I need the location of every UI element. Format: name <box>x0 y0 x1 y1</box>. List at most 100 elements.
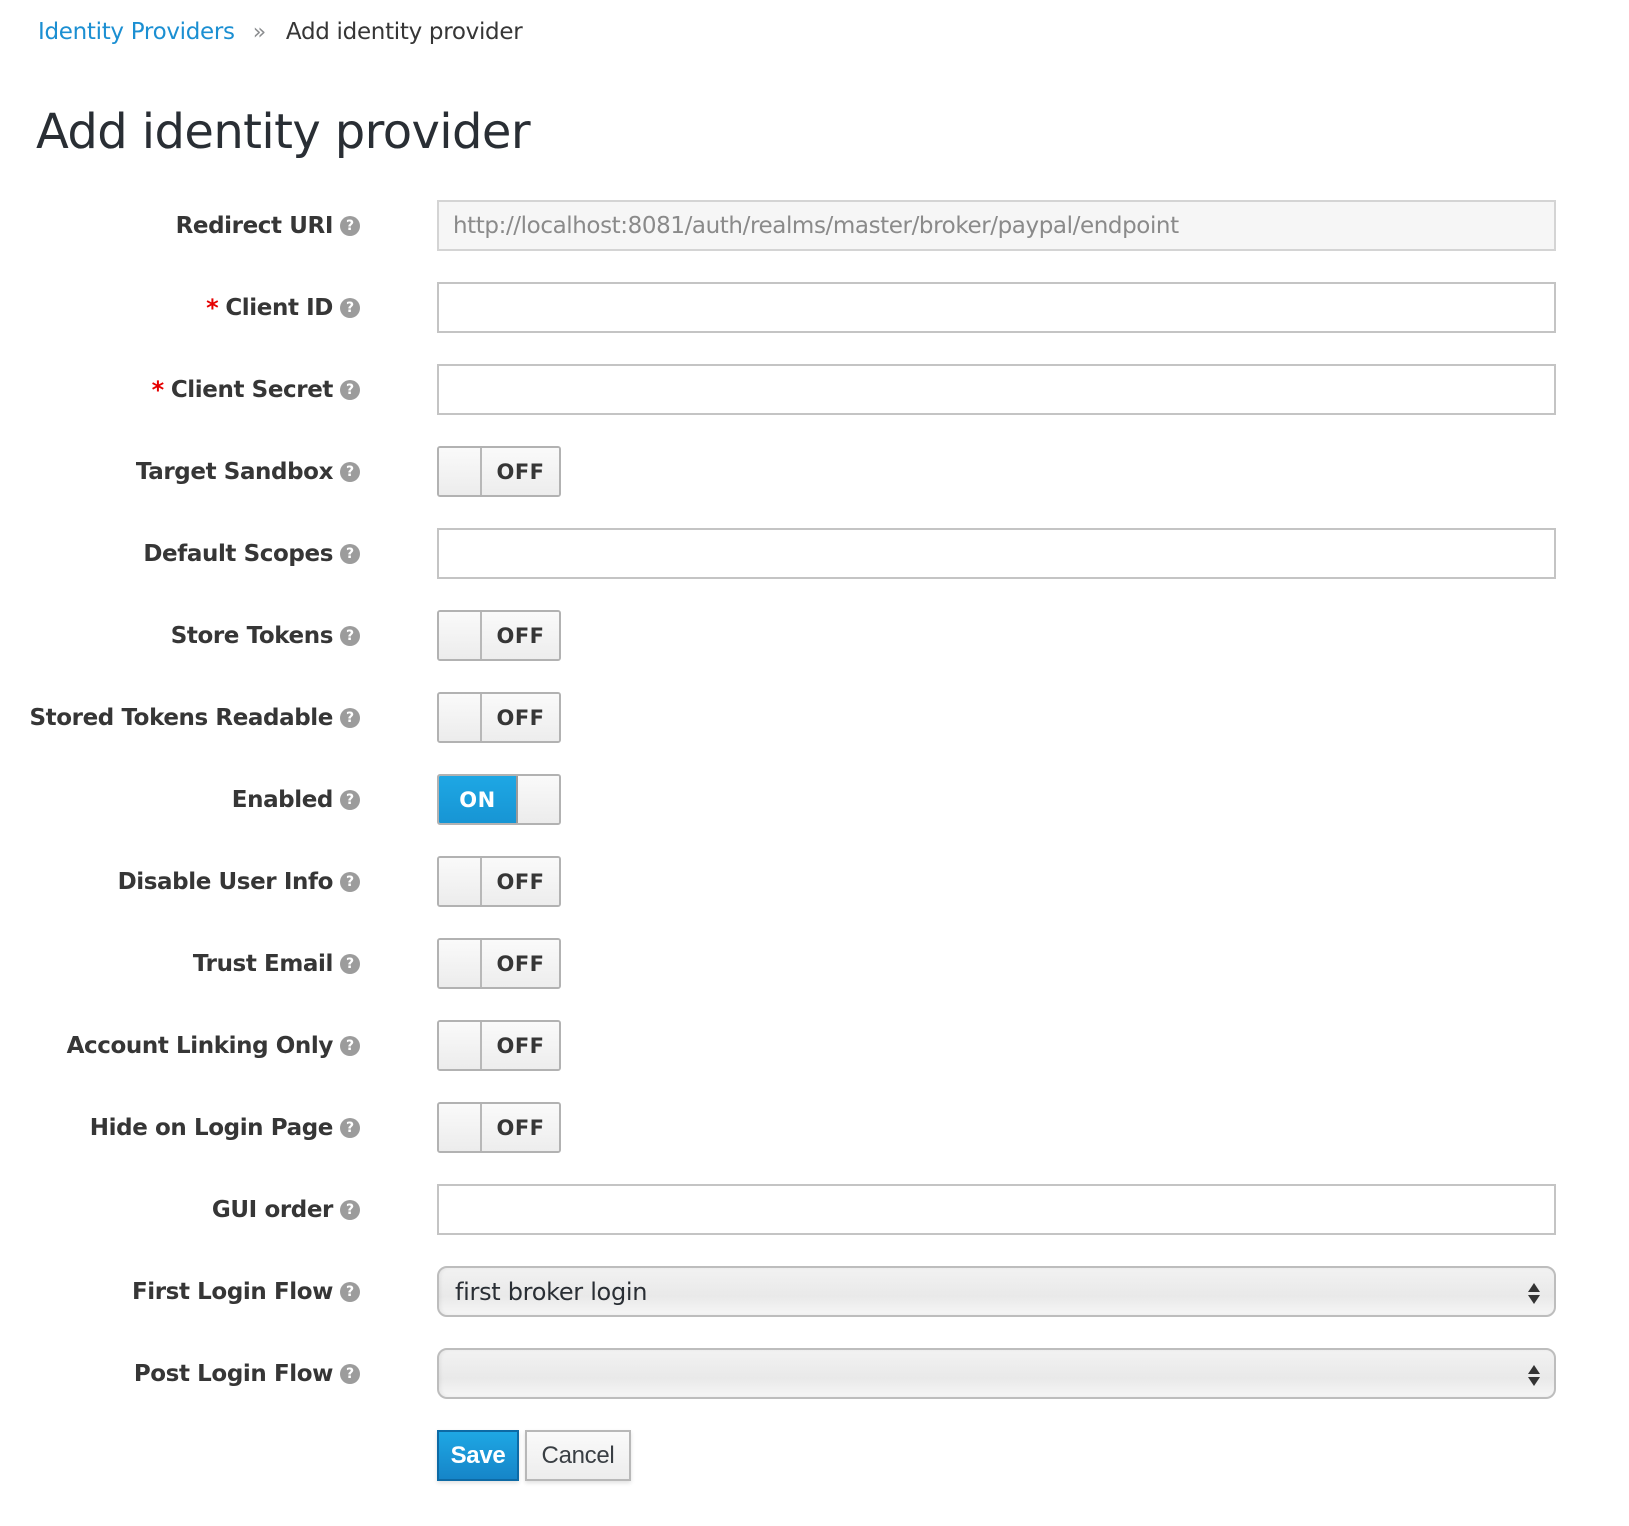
select-arrows-icon <box>1528 1362 1540 1388</box>
form-row-stored-tokens-readable: Stored Tokens Readable? OFF <box>0 692 1629 743</box>
toggle-knob <box>439 940 482 987</box>
target-sandbox-toggle[interactable]: OFF <box>437 446 561 497</box>
disable-user-info-label: Disable User Info <box>117 856 334 907</box>
label-text: Stored Tokens Readable <box>29 704 333 731</box>
toggle-knob <box>439 694 482 741</box>
label-text: Redirect URI <box>175 212 334 239</box>
toggle-state-label: OFF <box>482 448 559 495</box>
cancel-button[interactable]: Cancel <box>525 1430 631 1481</box>
redirect-uri-label: Redirect URI <box>175 200 334 251</box>
required-asterisk-icon: * <box>206 293 219 322</box>
account-linking-only-toggle[interactable]: OFF <box>437 1020 561 1071</box>
first-login-flow-select[interactable]: first broker login <box>437 1266 1556 1317</box>
help-icon[interactable]: ? <box>340 1282 360 1302</box>
form-row-post-login-flow: Post Login Flow? <box>0 1348 1629 1399</box>
trust-email-label: Trust Email <box>192 938 334 989</box>
enabled-toggle[interactable]: ON <box>437 774 561 825</box>
help-icon[interactable]: ? <box>340 1364 360 1384</box>
form-row-client-id: * Client ID? <box>0 282 1629 333</box>
label-text: Trust Email <box>192 950 334 977</box>
save-button[interactable]: Save <box>437 1430 519 1481</box>
default-scopes-input[interactable] <box>437 528 1556 579</box>
client-secret-input[interactable] <box>437 364 1556 415</box>
label-text: Client Secret <box>170 376 334 403</box>
toggle-state-label: OFF <box>482 694 559 741</box>
help-icon[interactable]: ? <box>340 1200 360 1220</box>
toggle-state-label: OFF <box>482 612 559 659</box>
help-icon[interactable]: ? <box>340 626 360 646</box>
toggle-knob <box>439 1022 482 1069</box>
toggle-state-label: OFF <box>482 858 559 905</box>
toggle-knob <box>439 1104 482 1151</box>
form-row-target-sandbox: Target Sandbox? OFF <box>0 446 1629 497</box>
label-text: Target Sandbox <box>135 458 333 485</box>
label-text: Enabled <box>231 786 334 813</box>
hide-on-login-page-toggle[interactable]: OFF <box>437 1102 561 1153</box>
label-text: First Login Flow <box>131 1278 333 1305</box>
toggle-knob <box>439 858 482 905</box>
toggle-state-label: OFF <box>482 940 559 987</box>
breadcrumb-separator-icon: » <box>252 19 266 45</box>
help-icon[interactable]: ? <box>340 216 360 236</box>
help-icon[interactable]: ? <box>340 708 360 728</box>
label-text: Store Tokens <box>170 622 334 649</box>
toggle-knob <box>516 776 559 823</box>
form-row-disable-user-info: Disable User Info? OFF <box>0 856 1629 907</box>
page-title: Add identity provider <box>36 104 531 160</box>
help-icon[interactable]: ? <box>340 872 360 892</box>
breadcrumb-current: Add identity provider <box>285 19 523 45</box>
target-sandbox-label: Target Sandbox <box>136 446 333 497</box>
store-tokens-toggle[interactable]: OFF <box>437 610 561 661</box>
help-icon[interactable]: ? <box>340 298 360 318</box>
form-row-store-tokens: Store Tokens? OFF <box>0 610 1629 661</box>
toggle-knob <box>439 448 482 495</box>
breadcrumb-identity-providers-link[interactable]: Identity Providers <box>38 19 235 45</box>
help-icon[interactable]: ? <box>340 954 360 974</box>
help-icon[interactable]: ? <box>340 462 360 482</box>
first-login-flow-label: First Login Flow <box>132 1266 333 1317</box>
toggle-state-label: ON <box>439 776 516 823</box>
redirect-uri-input[interactable] <box>437 200 1556 251</box>
label-text: Client ID <box>225 294 333 321</box>
form-row-account-linking-only: Account Linking Only? OFF <box>0 1020 1629 1071</box>
default-scopes-label: Default Scopes <box>143 528 333 579</box>
hide-on-login-page-label: Hide on Login Page <box>90 1102 334 1153</box>
label-text: Disable User Info <box>117 868 334 895</box>
form-row-gui-order: GUI order? <box>0 1184 1629 1235</box>
help-icon[interactable]: ? <box>340 1118 360 1138</box>
label-text: Account Linking Only <box>66 1032 334 1059</box>
stored-tokens-readable-toggle[interactable]: OFF <box>437 692 561 743</box>
form-row-first-login-flow: First Login Flow? first broker login <box>0 1266 1629 1317</box>
toggle-state-label: OFF <box>482 1104 559 1151</box>
client-id-input[interactable] <box>437 282 1556 333</box>
enabled-label: Enabled <box>231 774 334 825</box>
form-row-hide-on-login-page: Hide on Login Page? OFF <box>0 1102 1629 1153</box>
form-row-redirect-uri: Redirect URI? <box>0 200 1629 251</box>
help-icon[interactable]: ? <box>340 1036 360 1056</box>
required-asterisk-icon: * <box>151 375 165 404</box>
account-linking-only-label: Account Linking Only <box>66 1020 334 1071</box>
trust-email-toggle[interactable]: OFF <box>437 938 561 989</box>
gui-order-label: GUI order <box>212 1184 333 1235</box>
select-value: first broker login <box>455 1277 648 1306</box>
post-login-flow-label: Post Login Flow <box>134 1348 334 1399</box>
select-arrows-icon <box>1528 1280 1540 1306</box>
gui-order-input[interactable] <box>437 1184 1556 1235</box>
toggle-state-label: OFF <box>482 1022 559 1069</box>
page-title-text: Add identity provider <box>36 104 531 160</box>
toggle-knob <box>439 612 482 659</box>
form-row-client-secret: * Client Secret? <box>0 364 1629 415</box>
help-icon[interactable]: ? <box>340 544 360 564</box>
form-row-trust-email: Trust Email? OFF <box>0 938 1629 989</box>
form-actions: Save Cancel <box>0 1430 1629 1481</box>
stored-tokens-readable-label: Stored Tokens Readable <box>29 692 333 743</box>
label-text: GUI order <box>211 1196 333 1223</box>
post-login-flow-select[interactable] <box>437 1348 1556 1399</box>
client-secret-label: * Client Secret <box>151 364 334 415</box>
client-id-label: * Client ID <box>206 282 333 333</box>
form-row-default-scopes: Default Scopes? <box>0 528 1629 579</box>
store-tokens-label: Store Tokens <box>170 610 334 661</box>
help-icon[interactable]: ? <box>340 380 360 400</box>
help-icon[interactable]: ? <box>340 790 360 810</box>
disable-user-info-toggle[interactable]: OFF <box>437 856 561 907</box>
